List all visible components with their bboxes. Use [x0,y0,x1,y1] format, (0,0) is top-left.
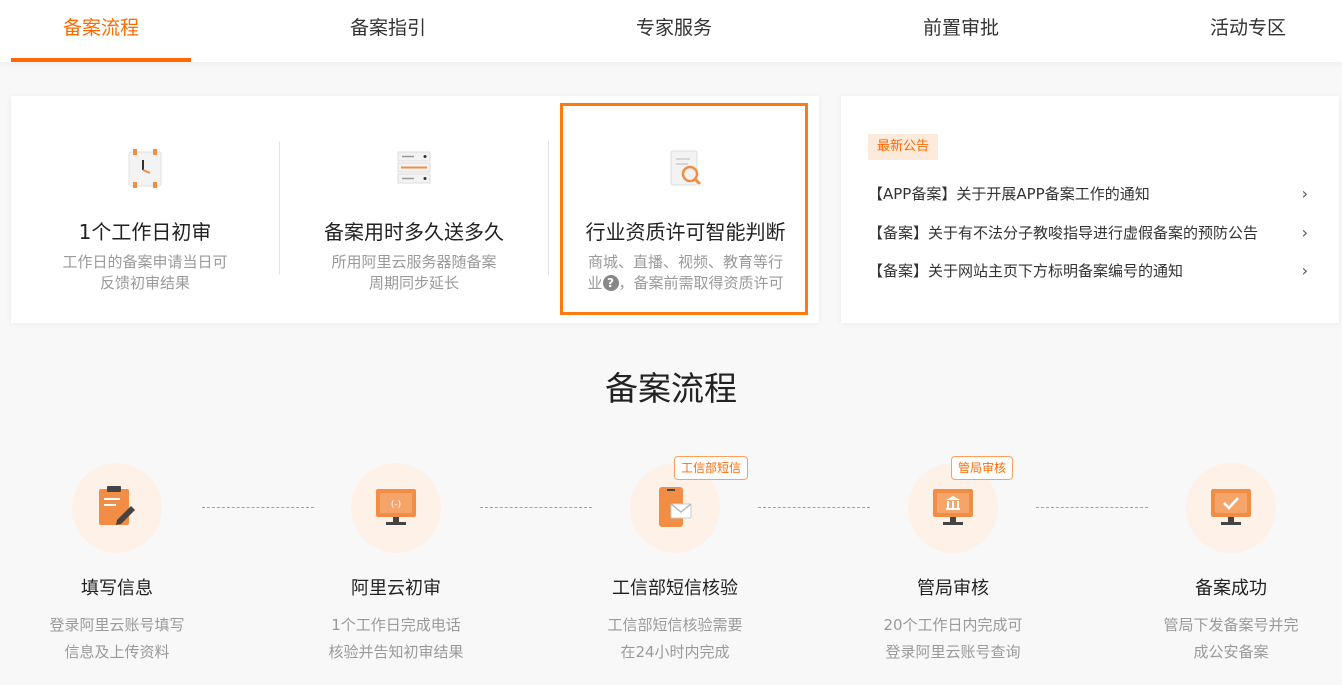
latest-notice-badge: 最新公告 [868,134,939,160]
feature-desc: 工作日的备案申请当日可 反馈初审结果 [11,252,279,294]
chevron-right-icon: › [1301,223,1308,242]
feature-card: 1个工作日初审 工作日的备案申请当日可 反馈初审结果 备案用时多久送多久 所用阿… [11,96,819,323]
feature-title: 备案用时多久送多久 [324,220,504,244]
feature-desc-line: 所用阿里云服务器随备案 [331,253,497,271]
feature-desc-text: ，备案前需取得资质许可 [618,274,784,292]
notice-item[interactable]: 【APP备案】关于开展APP备案工作的通知 › [868,182,1308,206]
feature-desc-text: 业 [587,274,603,292]
step-title: 管局审核 [917,578,989,599]
step-title: 备案成功 [1195,578,1267,599]
step-tag: 管局审核 [951,456,1014,480]
feature-title: 行业资质许可智能判断 [585,220,786,244]
step-desc: 工信部短信核验需要 在24小时内完成 [575,612,775,666]
step-title: 填写信息 [81,578,153,599]
announcement-card: 最新公告 【APP备案】关于开展APP备案工作的通知 › 【备案】关于有不法分子… [841,96,1339,323]
step-icon-circle [1186,463,1276,553]
step-miit-sms: 工信部短信核验 工信部短信核验需要 在24小时内完成 [575,463,775,666]
step-icon-circle [72,463,162,553]
feature-desc-line: 反馈初审结果 [99,274,190,292]
bank-monitor-icon [933,489,973,525]
svg-text:(-): (-) [391,500,401,510]
step-desc-line: 核验并告知初审结果 [328,643,464,661]
feature-desc-line: 周期同步延长 [368,274,459,292]
feature-desc-line: 商城、直播、视频、教育等行 [587,253,783,271]
feature-desc: 所用阿里云服务器随备案 周期同步延长 [280,252,548,294]
step-desc: 登录阿里云账号填写 信息及上传资料 [17,612,217,666]
help-icon[interactable]: ? [602,275,619,291]
step-desc: 管局下发备案号并完 成公安备案 [1131,612,1331,666]
tab-expert-service[interactable]: 专家服务 [584,0,764,62]
monitor-icon: (-) [376,489,416,525]
step-desc-line: 工信部短信核验需要 [607,616,743,634]
step-desc: 20个工作日内完成可 登录阿里云账号查询 [853,612,1053,666]
chevron-right-icon: › [1301,261,1308,280]
step-bureau-review: 管局审核 20个工作日内完成可 登录阿里云账号查询 [853,463,1053,666]
tab-beian-guide[interactable]: 备案指引 [298,0,478,62]
step-desc-line: 20个工作日内完成可 [883,616,1023,634]
step-title: 阿里云初审 [351,578,441,599]
feature-desc-line: 业? ，备案前需取得资质许可 [562,273,809,294]
step-beian-success: 备案成功 管局下发备案号并完 成公安备案 [1131,463,1331,666]
feature-desc-line: 工作日的备案申请当日可 [62,253,228,271]
notice-item[interactable]: 【备案】关于有不法分子教唆指导进行虚假备案的预防公告 › [868,221,1308,245]
feature-title: 1个工作日初审 [78,220,212,244]
notice-text: 【APP备案】关于开展APP备案工作的通知 [868,185,1150,203]
step-title: 工信部短信核验 [612,578,738,599]
step-desc-line: 管局下发备案号并完 [1163,616,1299,634]
notice-item[interactable]: 【备案】关于网站主页下方标明备案编号的通知 › [868,259,1308,283]
server-icon [390,144,438,192]
step-icon-circle: (-) [351,463,441,553]
tab-beian-process[interactable]: 备案流程 [11,0,191,62]
feature-desc: 商城、直播、视频、教育等行 业? ，备案前需取得资质许可 [562,252,809,294]
check-monitor-icon [1211,489,1251,525]
step-fill-info: 填写信息 登录阿里云账号填写 信息及上传资料 [17,463,217,666]
feature-first-review: 1个工作日初审 工作日的备案申请当日可 反馈初审结果 [11,96,279,323]
section-title: 备案流程 [605,369,737,408]
step-tag: 工信部短信 [674,456,749,480]
step-desc-line: 登录阿里云账号查询 [885,643,1021,661]
step-desc-line: 1个工作日完成电话 [331,616,461,634]
top-tab-bar: 备案流程 备案指引 专家服务 前置审批 活动专区 [0,0,1342,62]
document-search-icon [662,144,710,192]
tab-activity-zone[interactable]: 活动专区 [1158,0,1338,62]
clipboard-edit-icon [99,486,135,525]
step-desc-line: 信息及上传资料 [64,643,170,661]
step-desc: 1个工作日完成电话 核验并告知初审结果 [296,612,496,666]
notice-text: 【备案】关于有不法分子教唆指导进行虚假备案的预防公告 [868,224,1259,242]
phone-mail-icon [659,487,692,527]
tab-pre-approval[interactable]: 前置审批 [871,0,1051,62]
chevron-right-icon: › [1301,184,1308,203]
step-aliyun-review: (-) 阿里云初审 1个工作日完成电话 核验并告知初审结果 [296,463,496,666]
divider [548,141,549,275]
step-desc-line: 成公安备案 [1193,643,1269,661]
step-desc-line: 在24小时内完成 [620,643,730,661]
feature-extended-time: 备案用时多久送多久 所用阿里云服务器随备案 周期同步延长 [280,96,548,323]
feature-qualification-check[interactable]: 行业资质许可智能判断 商城、直播、视频、教育等行 业? ，备案前需取得资质许可 [560,96,809,323]
notice-text: 【备案】关于网站主页下方标明备案编号的通知 [868,262,1184,280]
step-desc-line: 登录阿里云账号填写 [49,616,185,634]
clock-icon [121,144,169,192]
